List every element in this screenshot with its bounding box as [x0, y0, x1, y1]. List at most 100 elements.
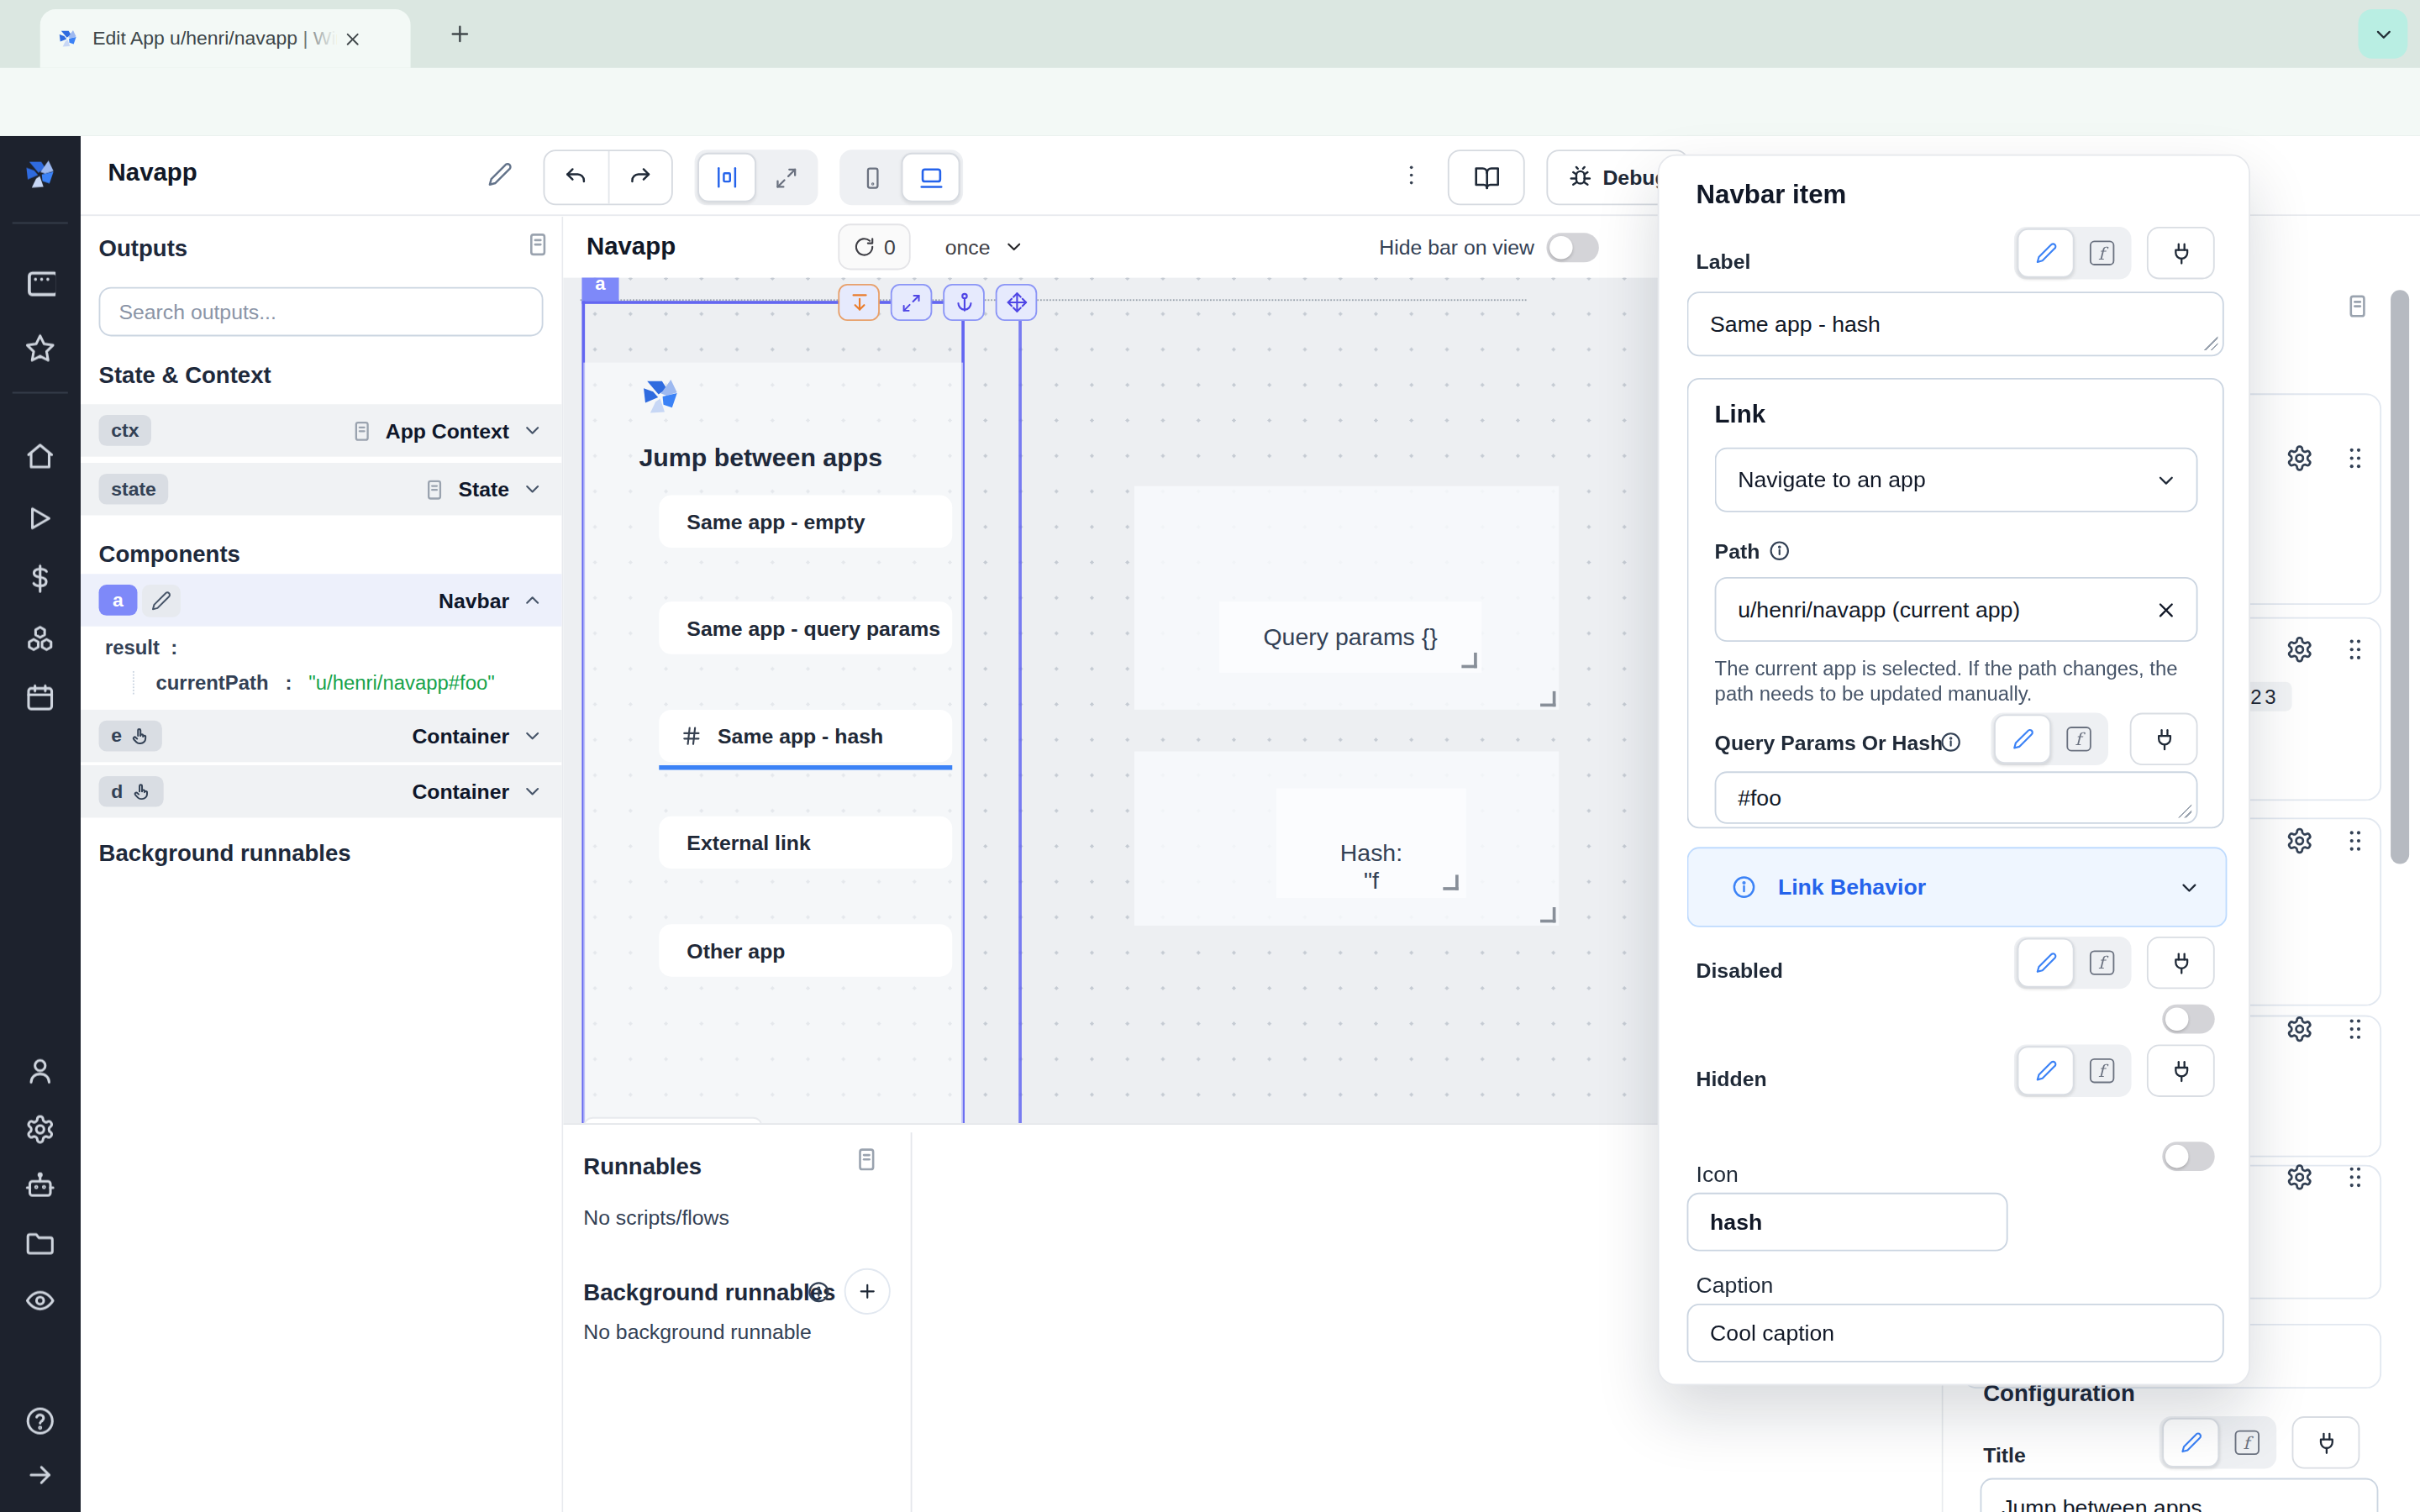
resize-handle[interactable] [1443, 874, 1458, 890]
gear-icon[interactable] [2286, 1163, 2313, 1191]
clear-path-icon[interactable] [2154, 598, 2178, 622]
config-title-input[interactable]: Jump between apps [1981, 1478, 2379, 1512]
center-layout-button[interactable] [697, 153, 756, 202]
sidebar-item-audit-logs[interactable] [24, 1285, 55, 1316]
expr-mode-button[interactable]: f [2075, 1047, 2128, 1094]
label-connect-button[interactable] [2147, 227, 2215, 279]
full-width-button[interactable] [756, 153, 815, 202]
container-d-row[interactable]: d Container [81, 765, 562, 817]
gear-icon[interactable] [2286, 827, 2313, 854]
static-mode-button[interactable] [2018, 228, 2075, 278]
hidden-connect-button[interactable] [2147, 1044, 2215, 1096]
sidebar-item-favorites[interactable] [24, 333, 55, 365]
path-input[interactable]: u/henri/navapp (current app) [1715, 577, 2198, 642]
add-bg-runnable-button[interactable] [844, 1268, 891, 1315]
hide-bar-toggle[interactable] [1547, 232, 1599, 261]
container-d-box[interactable]: Hash: "f [1134, 751, 1559, 926]
schedule-chevron-icon[interactable] [1002, 236, 1024, 258]
nav-item-empty[interactable]: Same app - empty [659, 496, 952, 548]
icon-input[interactable]: hash [1687, 1193, 2008, 1252]
anchor-button[interactable] [943, 284, 985, 321]
state-chevron-icon[interactable] [522, 478, 544, 500]
undo-button[interactable] [544, 151, 608, 203]
static-mode-button[interactable] [2018, 1046, 2075, 1095]
gear-icon[interactable] [2286, 636, 2313, 664]
gear-icon[interactable] [2286, 444, 2313, 472]
refresh-counter[interactable]: 0 [838, 223, 911, 270]
ctx-row[interactable]: ctx App Context [81, 404, 562, 456]
title-connect-button[interactable] [2292, 1416, 2360, 1468]
drag-handle-icon[interactable] [2341, 1163, 2369, 1191]
browser-tab[interactable]: Edit App u/henri/navapp | Win [40, 9, 411, 68]
drag-handle-icon[interactable] [2341, 827, 2369, 854]
caption-input[interactable]: Cool caption [1687, 1304, 2224, 1362]
resize-handle-outer[interactable] [1540, 691, 1555, 706]
settings-doc-icon[interactable] [2344, 293, 2370, 319]
gear-icon[interactable] [2286, 1016, 2313, 1043]
schedule-mode[interactable]: once [945, 235, 991, 259]
move-button[interactable] [996, 284, 1038, 321]
mobile-view-button[interactable] [843, 153, 902, 202]
sidebar-item-settings[interactable] [24, 1114, 55, 1145]
sidebar-item-variables[interactable] [24, 563, 55, 594]
desktop-view-button[interactable] [902, 153, 960, 202]
qph-input[interactable]: #foo [1715, 771, 2198, 823]
disabled-connect-button[interactable] [2147, 937, 2215, 989]
container-e-row[interactable]: e Container [81, 710, 562, 762]
static-mode-button[interactable] [2018, 938, 2075, 988]
expr-mode-button[interactable]: f [2219, 1420, 2273, 1466]
sidebar-item-home[interactable] [24, 441, 55, 472]
link-type-select[interactable]: Navigate to an app [1715, 448, 2198, 512]
docs-button[interactable] [1448, 150, 1525, 205]
hidden-toggle[interactable] [2162, 1142, 2214, 1171]
sidebar-item-folders[interactable] [24, 1228, 55, 1259]
drag-handle-icon[interactable] [2341, 1016, 2369, 1043]
container-e-chevron-icon[interactable] [522, 725, 544, 747]
sidebar-item-runs[interactable] [24, 503, 55, 534]
nav-item-external[interactable]: External link [659, 816, 952, 869]
static-mode-button[interactable] [2162, 1418, 2219, 1467]
tab-search-button[interactable] [2359, 9, 2408, 59]
sidebar-item-help[interactable] [24, 1405, 55, 1436]
expr-mode-button[interactable]: f [2075, 230, 2128, 276]
scrollbar-thumb[interactable] [2391, 290, 2409, 864]
navbar-chevron-icon[interactable] [522, 590, 544, 612]
sidebar-item-apps[interactable] [24, 265, 55, 297]
expr-mode-button[interactable]: f [2075, 940, 2128, 986]
state-row[interactable]: state State [81, 463, 562, 515]
windmill-logo[interactable] [20, 155, 60, 195]
qph-connect-button[interactable] [2130, 713, 2198, 765]
nav-item-other-app[interactable]: Other app [659, 924, 952, 976]
nav-item-hash[interactable]: Same app - hash [659, 710, 952, 762]
expr-mode-button[interactable]: f [2051, 716, 2105, 762]
sidebar-expand-icon[interactable] [24, 1460, 55, 1491]
navbar-component[interactable]: Jump between apps Same app - empty Same … [583, 363, 963, 1124]
redo-button[interactable] [609, 151, 671, 203]
search-outputs-input[interactable]: Search outputs... [99, 287, 544, 337]
static-mode-button[interactable] [1994, 714, 2051, 764]
sidebar-item-resources[interactable] [24, 623, 55, 654]
textarea-resize-handle[interactable] [2178, 804, 2192, 818]
fill-height-button[interactable] [891, 284, 933, 321]
expand-down-button[interactable] [838, 284, 880, 321]
more-menu-icon[interactable] [1398, 162, 1424, 188]
outputs-doc-icon[interactable] [524, 232, 550, 258]
resize-handle[interactable] [1461, 653, 1476, 668]
new-tab-icon[interactable] [448, 22, 472, 46]
container-e-box[interactable]: Query params {} [1134, 486, 1559, 710]
edit-title-icon[interactable] [487, 162, 512, 186]
sidebar-item-schedules[interactable] [24, 682, 55, 713]
nav-item-query-params[interactable]: Same app - query params [659, 601, 952, 654]
disabled-toggle[interactable] [2162, 1005, 2214, 1034]
navbar-edit-chip[interactable] [142, 584, 181, 617]
drag-handle-icon[interactable] [2341, 444, 2369, 472]
label-input[interactable]: Same app - hash [1687, 291, 2224, 356]
container-d-chevron-icon[interactable] [522, 780, 544, 802]
textarea-resize-handle[interactable] [2204, 336, 2218, 350]
sidebar-item-workers[interactable] [24, 1171, 55, 1202]
sidebar-item-users[interactable] [24, 1055, 55, 1086]
component-tag[interactable]: a [581, 278, 618, 302]
link-behavior-box[interactable]: Link Behavior [1687, 847, 2228, 927]
tab-close-icon[interactable] [343, 29, 363, 49]
runnables-doc-icon[interactable] [854, 1147, 880, 1173]
